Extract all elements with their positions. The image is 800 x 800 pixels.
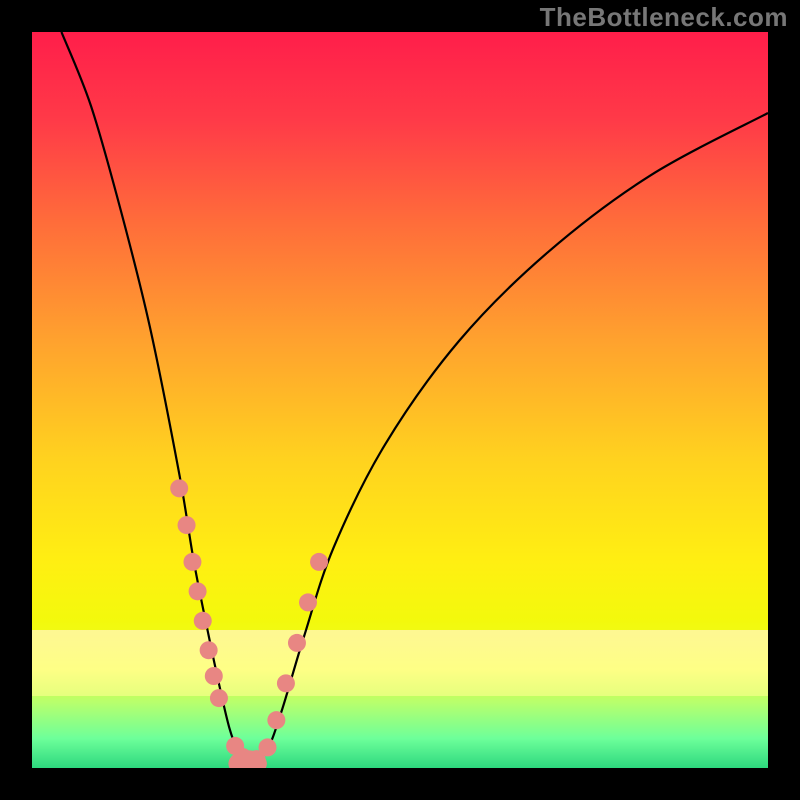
scatter-dot xyxy=(170,479,188,497)
scatter-dot xyxy=(288,634,306,652)
watermark-text: TheBottleneck.com xyxy=(540,2,788,33)
scatter-dot xyxy=(205,667,223,685)
left-curve xyxy=(61,32,252,767)
curve-layer xyxy=(32,32,768,768)
chart-container: TheBottleneck.com xyxy=(0,0,800,800)
scatter-dot xyxy=(267,711,285,729)
scatter-dot xyxy=(189,582,207,600)
scatter-dot xyxy=(178,516,196,534)
scatter-dot xyxy=(259,738,277,756)
scatter-dots xyxy=(170,479,328,768)
scatter-dot xyxy=(310,553,328,571)
scatter-dot xyxy=(277,674,295,692)
plot-area xyxy=(32,32,768,768)
scatter-dot xyxy=(299,593,317,611)
scatter-dot xyxy=(210,689,228,707)
scatter-dot xyxy=(183,553,201,571)
right-curve xyxy=(253,113,768,767)
scatter-dot xyxy=(200,641,218,659)
scatter-dot xyxy=(194,612,212,630)
